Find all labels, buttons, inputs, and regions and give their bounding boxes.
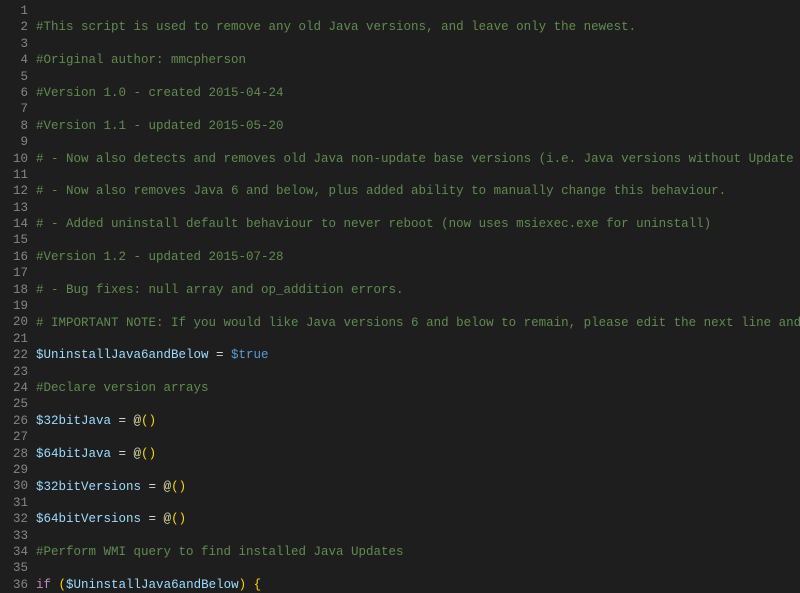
line-number: 1 bbox=[0, 3, 28, 19]
code-line[interactable]: # - Bug fixes: null array and op_additio… bbox=[36, 282, 800, 298]
line-number: 2 bbox=[0, 19, 28, 35]
code-line[interactable]: #Perform WMI query to find installed Jav… bbox=[36, 544, 800, 560]
comment: #Declare version arrays bbox=[36, 381, 209, 395]
paren-close: ) bbox=[179, 480, 187, 494]
variable: $32bitJava bbox=[36, 414, 111, 428]
line-number: 3 bbox=[0, 36, 28, 52]
comment: #Perform WMI query to find installed Jav… bbox=[36, 545, 404, 559]
line-number: 26 bbox=[0, 413, 28, 429]
paren-close: ) bbox=[239, 578, 247, 591]
line-number: 27 bbox=[0, 429, 28, 445]
line-number: 28 bbox=[0, 446, 28, 462]
comment: # IMPORTANT NOTE: If you would like Java… bbox=[36, 316, 800, 330]
code-line[interactable]: #Version 1.1 - updated 2015-05-20 bbox=[36, 118, 800, 134]
line-number: 23 bbox=[0, 364, 28, 380]
brace-open: { bbox=[254, 578, 262, 591]
paren-open: ( bbox=[171, 512, 179, 526]
variable: $64bitVersions bbox=[36, 512, 141, 526]
code-line[interactable]: #Original author: mmcpherson bbox=[36, 52, 800, 68]
variable: $UninstallJava6andBelow bbox=[66, 578, 239, 591]
line-number: 22 bbox=[0, 347, 28, 363]
array-at: @ bbox=[164, 480, 172, 494]
code-line[interactable]: # - Now also removes Java 6 and below, p… bbox=[36, 183, 800, 199]
line-number: 7 bbox=[0, 101, 28, 117]
code-line[interactable]: $64bitJava = @() bbox=[36, 446, 800, 462]
code-line[interactable]: $UninstallJava6andBelow = $true bbox=[36, 347, 800, 363]
line-number: 10 bbox=[0, 151, 28, 167]
variable: $64bitJava bbox=[36, 447, 111, 461]
keyword-if: if bbox=[36, 578, 51, 591]
paren-open: ( bbox=[141, 414, 149, 428]
line-number: 35 bbox=[0, 560, 28, 576]
code-line[interactable]: #Declare version arrays bbox=[36, 380, 800, 396]
paren-close: ) bbox=[149, 447, 157, 461]
operator: = bbox=[141, 480, 164, 494]
line-number: 17 bbox=[0, 265, 28, 281]
operator: = bbox=[111, 414, 134, 428]
code-line[interactable]: $32bitJava = @() bbox=[36, 413, 800, 429]
comment: # - Bug fixes: null array and op_additio… bbox=[36, 283, 404, 297]
code-line[interactable]: # - Now also detects and removes old Jav… bbox=[36, 151, 800, 167]
line-number: 19 bbox=[0, 298, 28, 314]
paren-open: ( bbox=[171, 480, 179, 494]
code-line[interactable]: #This script is used to remove any old J… bbox=[36, 19, 800, 35]
code-line[interactable]: # IMPORTANT NOTE: If you would like Java… bbox=[36, 315, 800, 331]
line-number: 25 bbox=[0, 396, 28, 412]
comment: #Version 1.1 - updated 2015-05-20 bbox=[36, 119, 284, 133]
paren-open: ( bbox=[59, 578, 67, 591]
paren-open: ( bbox=[141, 447, 149, 461]
line-number: 30 bbox=[0, 478, 28, 494]
line-number: 34 bbox=[0, 544, 28, 560]
line-number: 24 bbox=[0, 380, 28, 396]
paren-close: ) bbox=[179, 512, 187, 526]
code-editor[interactable]: 1 2 3 4 5 6 7 8 9 10 11 12 13 14 15 16 1… bbox=[0, 0, 800, 591]
line-number-gutter: 1 2 3 4 5 6 7 8 9 10 11 12 13 14 15 16 1… bbox=[0, 0, 36, 591]
code-line[interactable]: #Version 1.2 - updated 2015-07-28 bbox=[36, 249, 800, 265]
comment: #This script is used to remove any old J… bbox=[36, 20, 636, 34]
space bbox=[246, 578, 254, 591]
line-number: 5 bbox=[0, 69, 28, 85]
line-number: 31 bbox=[0, 495, 28, 511]
operator: = bbox=[209, 348, 232, 362]
operator: = bbox=[111, 447, 134, 461]
line-number: 29 bbox=[0, 462, 28, 478]
line-number: 6 bbox=[0, 85, 28, 101]
code-line[interactable]: $32bitVersions = @() bbox=[36, 479, 800, 495]
line-number: 21 bbox=[0, 331, 28, 347]
line-number: 15 bbox=[0, 232, 28, 248]
code-line[interactable]: if ($UninstallJava6andBelow) { bbox=[36, 577, 800, 591]
comment: #Version 1.2 - updated 2015-07-28 bbox=[36, 250, 284, 264]
variable: $UninstallJava6andBelow bbox=[36, 348, 209, 362]
variable: $32bitVersions bbox=[36, 480, 141, 494]
array-at: @ bbox=[134, 447, 142, 461]
line-number: 32 bbox=[0, 511, 28, 527]
comment: # - Added uninstall default behaviour to… bbox=[36, 217, 711, 231]
paren-close: ) bbox=[149, 414, 157, 428]
comment: # - Now also detects and removes old Jav… bbox=[36, 152, 800, 166]
keyword-true: $true bbox=[231, 348, 269, 362]
operator: = bbox=[141, 512, 164, 526]
line-number: 18 bbox=[0, 282, 28, 298]
line-number: 20 bbox=[0, 314, 28, 330]
line-number: 13 bbox=[0, 200, 28, 216]
code-area[interactable]: #This script is used to remove any old J… bbox=[36, 0, 800, 591]
array-at: @ bbox=[164, 512, 172, 526]
line-number: 33 bbox=[0, 528, 28, 544]
comment: # - Now also removes Java 6 and below, p… bbox=[36, 184, 726, 198]
comment: #Original author: mmcpherson bbox=[36, 53, 246, 67]
line-number: 11 bbox=[0, 167, 28, 183]
line-number: 12 bbox=[0, 183, 28, 199]
space bbox=[51, 578, 59, 591]
line-number: 4 bbox=[0, 52, 28, 68]
array-at: @ bbox=[134, 414, 142, 428]
line-number: 16 bbox=[0, 249, 28, 265]
code-line[interactable]: # - Added uninstall default behaviour to… bbox=[36, 216, 800, 232]
code-line[interactable]: #Version 1.0 - created 2015-04-24 bbox=[36, 85, 800, 101]
code-line[interactable]: $64bitVersions = @() bbox=[36, 511, 800, 527]
line-number: 8 bbox=[0, 118, 28, 134]
line-number: 9 bbox=[0, 134, 28, 150]
line-number: 14 bbox=[0, 216, 28, 232]
comment: #Version 1.0 - created 2015-04-24 bbox=[36, 86, 284, 100]
